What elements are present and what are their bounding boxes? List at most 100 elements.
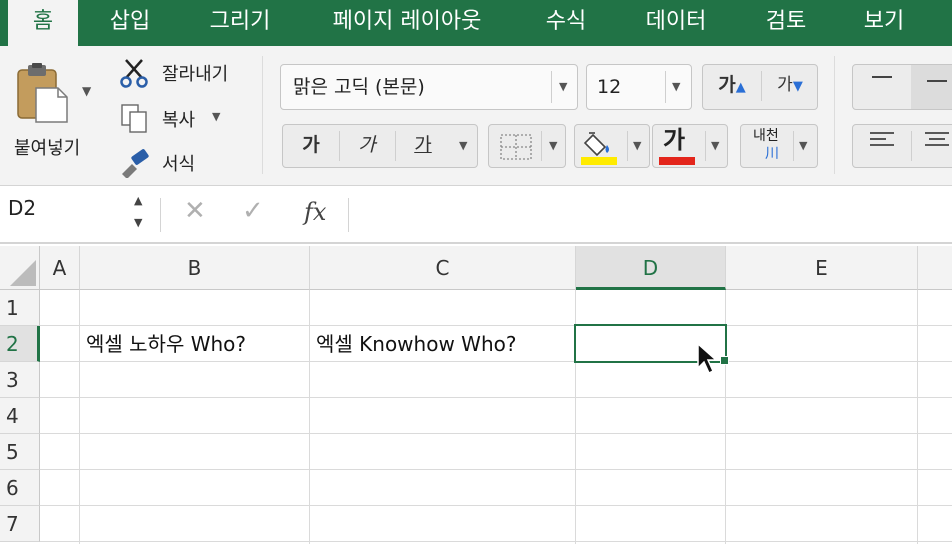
font-style-group: 가 가 가 ▼ <box>282 124 478 168</box>
select-all-corner[interactable] <box>0 246 40 290</box>
gridline <box>40 541 952 542</box>
arrow-down-icon: ▼ <box>792 79 803 94</box>
ribbon-home-panel: ▼ 붙여넣기 잘라내기 복사 ▼ 서식 맑은 고딕 (본문) ▼ 12 ▼ 가▲… <box>0 46 952 186</box>
font-color-swatch <box>659 157 695 165</box>
column-header-c[interactable]: C <box>310 246 576 290</box>
increase-font-size-button[interactable]: 가▲ <box>703 65 761 109</box>
formula-divider <box>160 198 161 232</box>
font-name-divider <box>551 71 552 103</box>
align-top-button[interactable] <box>853 65 911 109</box>
format-painter-icon <box>118 148 152 179</box>
increase-font-label: 가 <box>718 74 736 96</box>
fill-color-dropdown-icon[interactable]: ▼ <box>633 125 641 167</box>
tab-page-layout[interactable]: 페이지 레이아웃 <box>312 0 502 46</box>
insert-function-button[interactable]: fx <box>304 198 326 226</box>
phonetic-divider <box>793 131 794 161</box>
gridline <box>40 433 952 434</box>
confirm-icon[interactable]: ✓ <box>242 196 264 226</box>
paste-icon[interactable] <box>14 62 70 124</box>
align-middle-icon <box>925 74 949 96</box>
tab-data[interactable]: 데이터 <box>630 0 722 46</box>
format-painter-label: 서식 <box>162 154 196 175</box>
tab-home[interactable]: 홈 <box>8 0 78 46</box>
formula-input[interactable] <box>360 196 940 232</box>
column-header-a[interactable]: A <box>40 246 80 290</box>
row-header-7[interactable]: 7 <box>0 506 40 542</box>
column-header-e[interactable]: E <box>726 246 918 290</box>
font-size-dropdown-icon[interactable]: ▼ <box>672 65 680 109</box>
gridline <box>40 505 952 506</box>
cell-b2[interactable]: 엑셀 노하우 Who? <box>86 326 246 362</box>
font-size-step-group: 가▲ 가▼ <box>702 64 818 110</box>
vertical-align-group <box>852 64 952 110</box>
fill-color-button[interactable]: ▼ <box>574 124 650 168</box>
paste-dropdown-icon[interactable]: ▼ <box>82 84 91 98</box>
arrow-up-icon: ▲ <box>735 80 746 95</box>
phonetic-label-bottom: 川 <box>765 146 779 162</box>
column-header-f[interactable] <box>918 246 952 290</box>
underline-dropdown-icon[interactable]: ▼ <box>459 125 467 167</box>
font-name-dropdown-icon[interactable]: ▼ <box>559 65 567 109</box>
borders-dropdown-icon[interactable]: ▼ <box>549 125 557 167</box>
row-header-5[interactable]: 5 <box>0 434 40 470</box>
worksheet-grid: A B C D E 1 2 3 4 5 6 7 엑셀 노하우 Who? 엑셀 K… <box>0 246 952 544</box>
paste-label[interactable]: 붙여넣기 <box>14 134 80 160</box>
gridline <box>40 397 952 398</box>
tab-formulas[interactable]: 수식 <box>528 0 604 46</box>
scissors-icon <box>118 58 152 88</box>
cell-c2[interactable]: 엑셀 Knowhow Who? <box>316 326 516 362</box>
row-header-4[interactable]: 4 <box>0 398 40 434</box>
mouse-cursor-icon <box>696 342 720 380</box>
borders-divider <box>541 131 542 161</box>
fill-divider <box>627 131 628 161</box>
cut-label: 잘라내기 <box>162 64 229 85</box>
fill-handle[interactable] <box>720 356 729 365</box>
ribbon-tab-bar: 홈 삽입 그리기 페이지 레이아웃 수식 데이터 검토 보기 <box>0 0 952 46</box>
font-size-value: 12 <box>597 76 622 98</box>
align-center-icon <box>923 132 951 156</box>
gridline <box>40 469 952 470</box>
italic-button[interactable]: 가 <box>339 125 395 167</box>
font-name-value: 맑은 고딕 (본문) <box>293 76 425 98</box>
row-header-2[interactable]: 2 <box>0 326 40 362</box>
tab-view[interactable]: 보기 <box>846 0 922 46</box>
bold-button[interactable]: 가 <box>283 125 339 167</box>
align-center-button[interactable] <box>911 125 952 167</box>
phonetic-dropdown-icon[interactable]: ▼ <box>799 125 807 167</box>
name-box-up-icon[interactable]: ▲ <box>134 194 142 207</box>
align-left-button[interactable] <box>853 125 911 167</box>
column-header-d[interactable]: D <box>576 246 726 290</box>
name-box-down-icon[interactable]: ▼ <box>134 216 142 229</box>
column-header-b[interactable]: B <box>80 246 310 290</box>
row-header-3[interactable]: 3 <box>0 362 40 398</box>
fill-color-swatch <box>581 157 617 165</box>
font-size-select[interactable]: 12 ▼ <box>586 64 692 110</box>
underline-button[interactable]: 가 <box>395 125 451 167</box>
decrease-font-size-button[interactable]: 가▼ <box>761 65 819 109</box>
tab-draw[interactable]: 그리기 <box>192 0 288 46</box>
font-name-select[interactable]: 맑은 고딕 (본문) ▼ <box>280 64 578 110</box>
decrease-font-label: 가 <box>777 75 793 95</box>
tab-insert[interactable]: 삽입 <box>92 0 168 46</box>
align-left-icon <box>868 132 896 156</box>
ribbon-separator <box>262 56 263 174</box>
tab-review[interactable]: 검토 <box>748 0 824 46</box>
cancel-icon[interactable]: ✕ <box>184 196 206 226</box>
font-color-dropdown-icon[interactable]: ▼ <box>711 125 719 167</box>
row-header-6[interactable]: 6 <box>0 470 40 506</box>
font-size-divider <box>665 71 666 103</box>
row-header-1[interactable]: 1 <box>0 290 40 326</box>
align-top-icon <box>870 74 894 96</box>
phonetic-label-top: 내천 <box>753 128 779 144</box>
borders-icon <box>499 133 533 165</box>
font-color-button[interactable]: 가 ▼ <box>652 124 728 168</box>
formula-divider <box>348 198 349 232</box>
phonetic-button[interactable]: 내천 川 ▼ <box>740 124 818 168</box>
ribbon-separator <box>834 56 835 174</box>
name-box[interactable]: D2 <box>8 196 36 220</box>
align-middle-button[interactable] <box>911 65 952 109</box>
copy-dropdown-icon[interactable]: ▼ <box>212 110 220 123</box>
copy-label: 복사 <box>162 110 196 131</box>
borders-button[interactable]: ▼ <box>488 124 566 168</box>
formula-bar: D2 ▲ ▼ ✕ ✓ fx <box>0 186 952 244</box>
